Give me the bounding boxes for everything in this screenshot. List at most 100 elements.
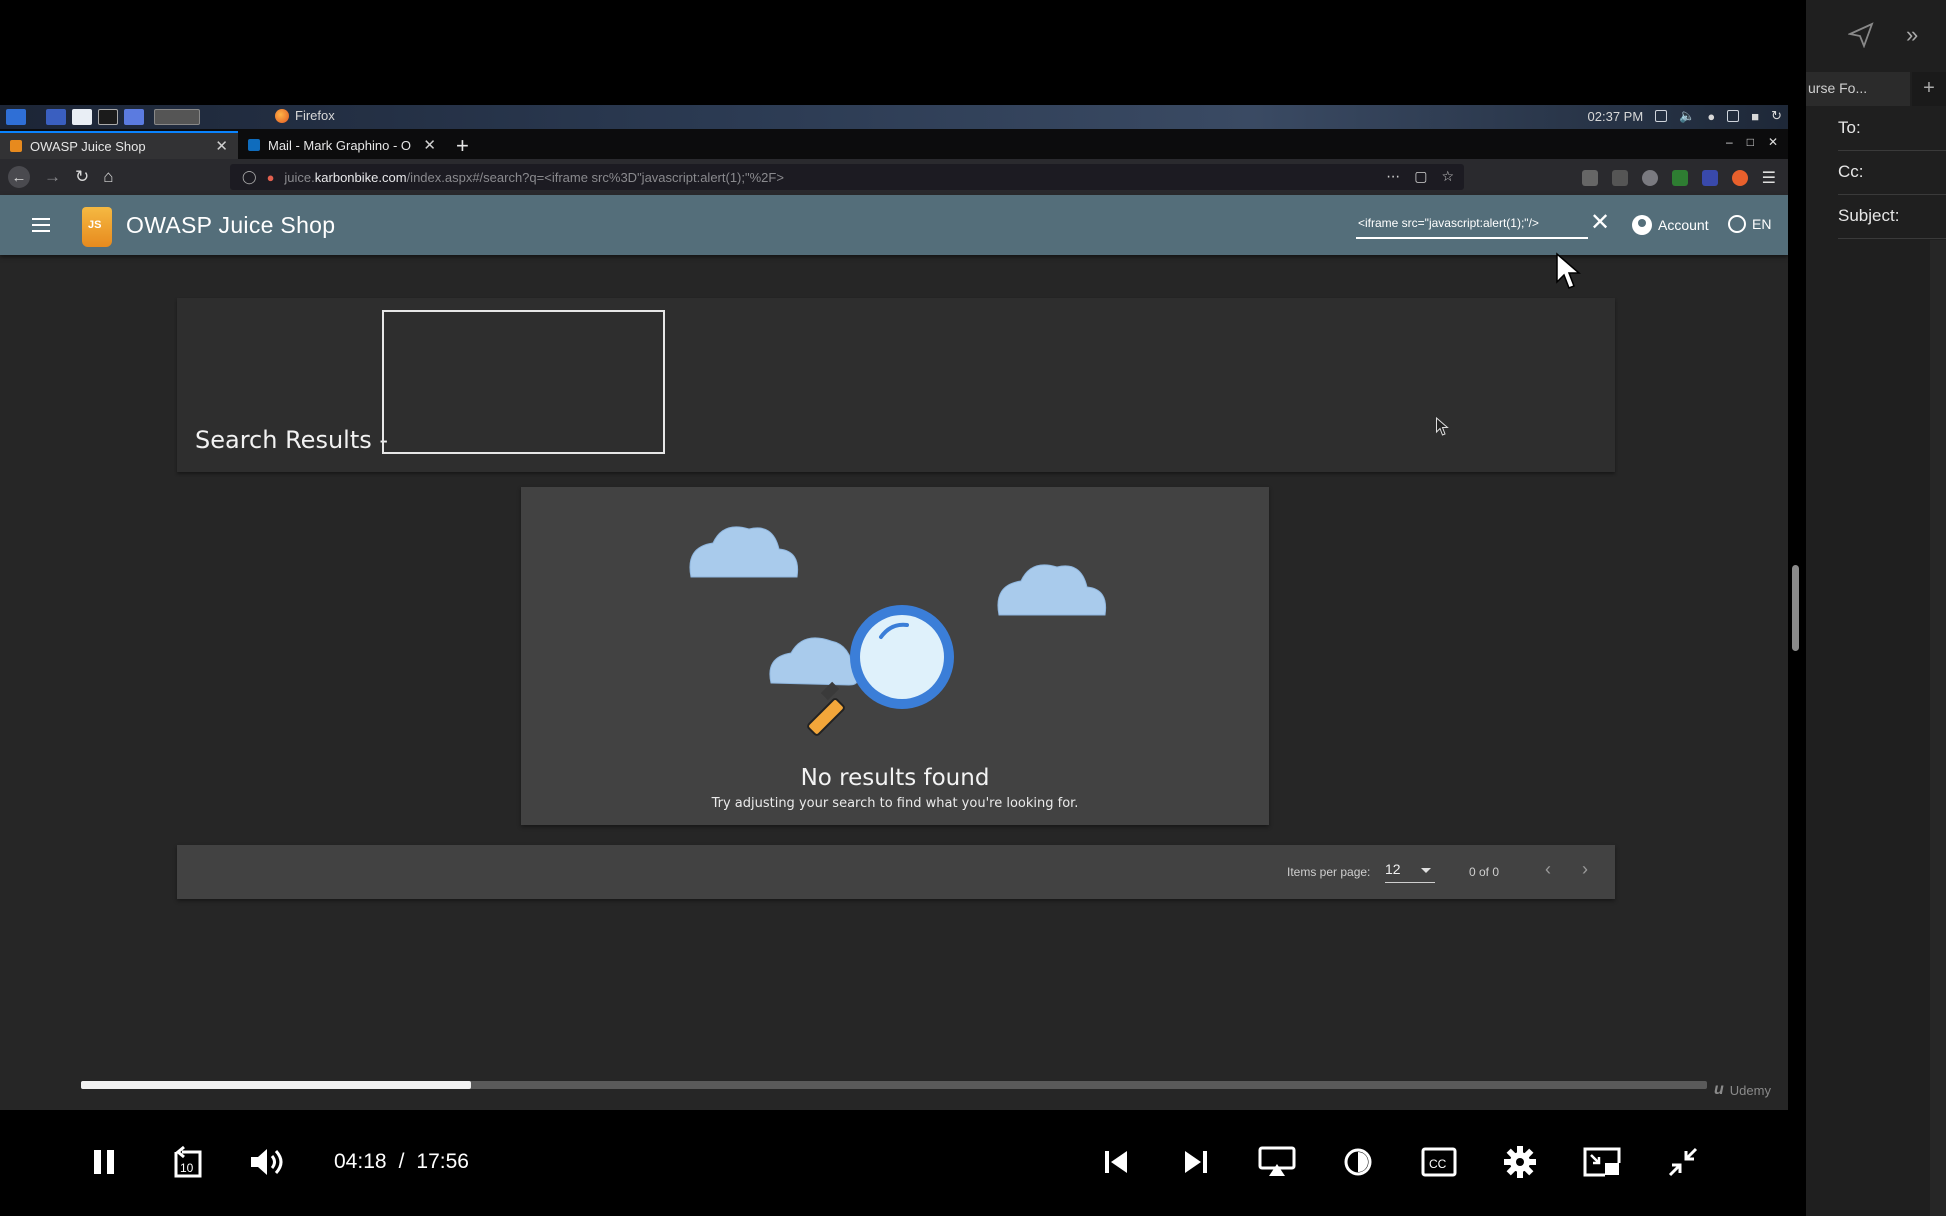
divider bbox=[1838, 194, 1946, 195]
forward-icon[interactable]: → bbox=[44, 167, 61, 187]
terminal-icon[interactable] bbox=[98, 109, 118, 125]
dropdown-caret-icon bbox=[1421, 868, 1431, 873]
shield-icon[interactable]: ◯ bbox=[242, 169, 257, 185]
sidebar-icon[interactable] bbox=[1611, 170, 1628, 186]
home-icon[interactable]: ⌂ bbox=[103, 167, 113, 187]
rewind-10-button[interactable]: 10 bbox=[166, 1142, 206, 1182]
picture-in-picture-icon bbox=[1583, 1147, 1621, 1177]
mouse-cursor-icon bbox=[1556, 252, 1581, 289]
juice-shop-toolbar: JS OWASP Juice Shop <iframe src="javascr… bbox=[0, 195, 1788, 255]
picture-in-picture-button[interactable] bbox=[1582, 1142, 1622, 1182]
send-icon[interactable] bbox=[1848, 22, 1874, 48]
launcher-icon[interactable] bbox=[6, 109, 26, 125]
search-results-header: Search Results - bbox=[177, 298, 1615, 472]
search-input[interactable]: <iframe src="javascript:alert(1);"/> bbox=[1356, 209, 1588, 239]
add-tab-button[interactable]: + bbox=[1912, 72, 1946, 106]
new-tab-button[interactable]: + bbox=[446, 133, 479, 159]
maximize-icon[interactable]: □ bbox=[1747, 135, 1754, 149]
page-actions-icon[interactable]: ⋯ bbox=[1386, 168, 1400, 185]
url-bar[interactable]: ◯ ● juice.karbonbike.com/index.aspx#/sea… bbox=[230, 164, 1464, 190]
divider bbox=[1838, 238, 1946, 239]
library-icon[interactable] bbox=[1581, 170, 1598, 186]
theater-button[interactable] bbox=[1338, 1142, 1378, 1182]
tab-juice-shop[interactable]: OWASP Juice Shop ✕ bbox=[0, 131, 238, 159]
contrast-icon bbox=[1344, 1148, 1372, 1176]
time-separator: / bbox=[398, 1150, 405, 1173]
workspace-icon[interactable] bbox=[46, 109, 66, 125]
firefox-icon bbox=[275, 108, 289, 123]
extension-icon[interactable] bbox=[1701, 170, 1718, 186]
captions-button[interactable]: CC bbox=[1419, 1142, 1459, 1182]
insecure-lock-icon[interactable]: ● bbox=[267, 170, 275, 185]
globe-icon bbox=[1728, 215, 1746, 233]
bookmark-star-icon[interactable]: ☆ bbox=[1441, 168, 1454, 185]
volume-button[interactable] bbox=[247, 1142, 287, 1182]
close-tab-icon[interactable]: ✕ bbox=[423, 136, 436, 154]
items-per-page-label: Items per page: bbox=[1287, 865, 1371, 879]
duration: 17:56 bbox=[416, 1150, 469, 1173]
injected-iframe[interactable] bbox=[382, 310, 665, 454]
extension-icon[interactable] bbox=[1671, 170, 1688, 186]
video-player[interactable]: Firefox 02:37 PM 🔈 ● ■ ↻ OWASP Juice Sho… bbox=[0, 0, 1799, 1216]
volume-icon[interactable]: 🔈 bbox=[1679, 108, 1695, 124]
cast-button[interactable] bbox=[1257, 1142, 1297, 1182]
apps-icon[interactable] bbox=[124, 109, 144, 125]
video-time: 04:18 / 17:56 bbox=[334, 1150, 469, 1174]
clear-search-icon[interactable]: ✕ bbox=[1590, 211, 1610, 235]
reload-icon[interactable]: ↻ bbox=[75, 167, 89, 187]
desktop-taskbar: Firefox 02:37 PM 🔈 ● ■ ↻ bbox=[0, 105, 1788, 129]
svg-text:CC: CC bbox=[1429, 1157, 1447, 1171]
foxyproxy-icon[interactable] bbox=[1731, 170, 1748, 186]
items-per-page-select[interactable]: 12 bbox=[1385, 861, 1435, 883]
expand-panel-icon[interactable]: » bbox=[1906, 22, 1918, 48]
url-domain: karbonbike.com bbox=[314, 169, 407, 185]
previous-lecture-button[interactable] bbox=[1096, 1142, 1136, 1182]
pocket-icon[interactable]: ▢ bbox=[1414, 168, 1427, 185]
language-label: EN bbox=[1752, 216, 1772, 232]
tab-mail[interactable]: Mail - Mark Graphino - O ✕ bbox=[238, 131, 446, 159]
account-button[interactable]: Account bbox=[1632, 215, 1709, 235]
power-icon[interactable]: ↻ bbox=[1771, 108, 1782, 124]
mail-scrollbar[interactable] bbox=[1930, 240, 1946, 1216]
lock-icon[interactable]: ■ bbox=[1751, 109, 1759, 124]
no-results-title: No results found bbox=[800, 765, 990, 791]
taskbar-firefox[interactable]: Firefox bbox=[275, 108, 335, 123]
close-window-icon[interactable]: ✕ bbox=[1768, 135, 1778, 149]
url-text: juice.karbonbike.com/index.aspx#/search?… bbox=[284, 170, 784, 185]
files-icon[interactable] bbox=[72, 109, 92, 125]
subject-field-label[interactable]: Subject: bbox=[1838, 206, 1899, 226]
volume-icon bbox=[251, 1149, 283, 1175]
next-page-icon[interactable]: › bbox=[1582, 859, 1588, 880]
display-icon[interactable] bbox=[1655, 110, 1668, 122]
pointer-cursor-icon bbox=[1436, 417, 1449, 436]
battery-icon[interactable] bbox=[1727, 110, 1740, 122]
firefox-window-icon[interactable] bbox=[154, 109, 200, 125]
language-button[interactable]: EN bbox=[1728, 215, 1771, 233]
account-icon[interactable] bbox=[1641, 170, 1658, 186]
app-title[interactable]: OWASP Juice Shop bbox=[126, 212, 335, 239]
pause-button[interactable] bbox=[84, 1142, 124, 1182]
cc-field-label[interactable]: Cc: bbox=[1838, 162, 1864, 182]
close-tab-icon[interactable]: ✕ bbox=[215, 137, 228, 155]
tab-title: Mail - Mark Graphino - O bbox=[268, 137, 412, 153]
mail-side-panel: » urse Fo... + To: Cc: Subject: bbox=[1806, 0, 1946, 1216]
mail-draft-tab[interactable]: urse Fo... bbox=[1806, 72, 1910, 106]
notification-icon[interactable]: ● bbox=[1707, 109, 1715, 124]
settings-button[interactable] bbox=[1500, 1142, 1540, 1182]
no-results-subtitle: Try adjusting your search to find what y… bbox=[711, 796, 1079, 811]
sidenav-menu-icon[interactable] bbox=[32, 218, 50, 232]
page-scrollbar[interactable] bbox=[1792, 565, 1799, 651]
juice-shop-logo-icon[interactable]: JS bbox=[76, 201, 118, 249]
previous-page-icon[interactable]: ‹ bbox=[1545, 859, 1551, 880]
back-icon[interactable]: ← bbox=[8, 166, 30, 188]
exit-fullscreen-button[interactable] bbox=[1663, 1142, 1703, 1182]
video-progress-bar[interactable] bbox=[81, 1081, 1707, 1089]
next-lecture-button[interactable] bbox=[1176, 1142, 1216, 1182]
skip-previous-icon bbox=[1105, 1151, 1127, 1173]
minimize-icon[interactable]: – bbox=[1726, 135, 1733, 149]
to-field-label[interactable]: To: bbox=[1838, 118, 1861, 138]
screen-recording: Firefox 02:37 PM 🔈 ● ■ ↻ OWASP Juice Sho… bbox=[0, 105, 1788, 1110]
airplay-icon bbox=[1258, 1146, 1296, 1176]
menu-icon[interactable]: ☰ bbox=[1762, 168, 1776, 188]
url-actions: ⋯ ▢ ☆ bbox=[1386, 168, 1454, 185]
